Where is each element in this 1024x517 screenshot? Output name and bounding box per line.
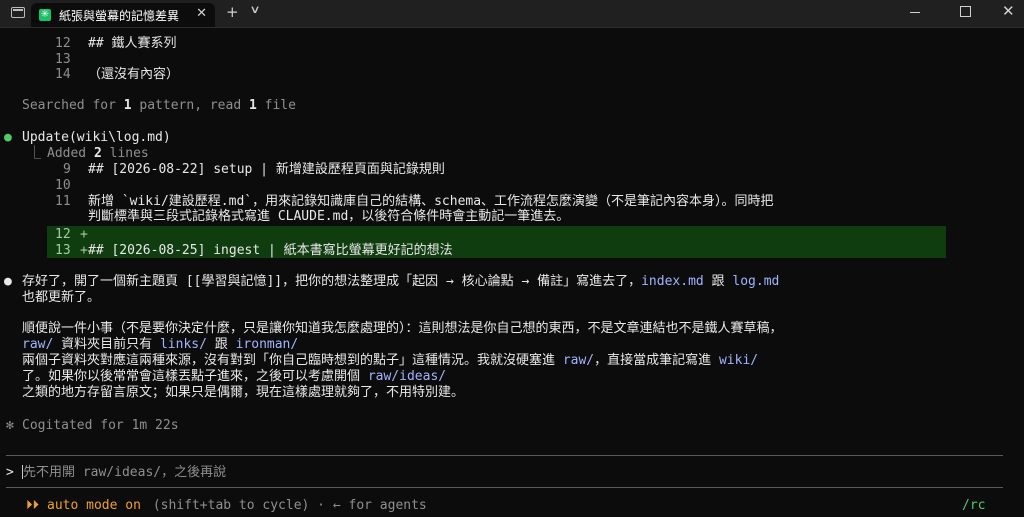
reply-line: raw/ 資料夾目前只有 links/ 跟 ironman/ bbox=[22, 337, 298, 352]
path-ideas: raw/ideas/ bbox=[367, 369, 447, 384]
added-text: lines bbox=[101, 146, 149, 161]
remote-control-label[interactable]: /rc bbox=[962, 498, 985, 513]
mode-hint: (shift+tab to cycle) · ← for agents bbox=[145, 498, 427, 513]
reply-line: 順便說一件小事（不是要你決定什麼，只是讓你知道我怎麼處理的）：這則想法是你自己想… bbox=[22, 321, 783, 336]
reply-text: 跟 bbox=[703, 274, 733, 289]
reply-text: 兩個子資料夾對應這兩種來源，沒有對到「你自己臨時想到的點子」這種情況。我就沒硬塞… bbox=[22, 353, 563, 368]
line-number: 14 bbox=[55, 67, 71, 82]
maximize-button[interactable] bbox=[960, 6, 971, 17]
path-raw: raw/ bbox=[22, 337, 54, 352]
diff-line-number: 9 bbox=[63, 162, 71, 177]
diff-line-number: 12 bbox=[55, 227, 71, 242]
line-number: 13 bbox=[55, 52, 71, 67]
reply-text: 了。如果你以後常常會這樣丟點子進來，之後可以考慮開個 bbox=[22, 369, 368, 384]
reply-bullet-icon: ● bbox=[4, 274, 12, 289]
added-count: 2 bbox=[93, 146, 102, 161]
mode-arrows-icon: ⏵⏵ bbox=[26, 498, 39, 513]
file-line: ## 鐵人賽系列 bbox=[88, 36, 177, 51]
auto-mode-label[interactable]: auto mode on bbox=[47, 498, 141, 513]
path-log: log.md bbox=[732, 274, 780, 289]
close-window-button[interactable]: ✕ bbox=[1002, 2, 1015, 20]
path-index: index.md bbox=[641, 274, 704, 289]
search-text: pattern, read bbox=[131, 98, 249, 113]
path-ironman: ironman/ bbox=[235, 337, 299, 352]
diff-line: ## [2026-08-22] setup | 新增建設歷程頁面與記錄規則 bbox=[88, 162, 445, 177]
prompt-input[interactable]: 先不用開 raw/ideas/，之後再說 bbox=[23, 465, 226, 480]
pattern-count: 1 bbox=[123, 98, 132, 113]
reply-line: 兩個子資料夾對應這兩種來源，沒有對到「你自己臨時想到的點子」這種情況。我就沒硬塞… bbox=[22, 353, 758, 368]
search-text: file bbox=[256, 98, 296, 113]
cogitated-status: Cogitated for 1m 22s bbox=[22, 418, 179, 433]
new-tab-button[interactable]: + bbox=[226, 3, 239, 21]
diff-added-marker: + bbox=[80, 227, 88, 242]
reply-line: 也都更新了。 bbox=[22, 290, 101, 305]
status-bullet-icon: ● bbox=[4, 130, 12, 145]
tab-active[interactable]: ✳ 紙張與螢幕的記憶差異 ✕ bbox=[31, 3, 215, 27]
added-line-highlight bbox=[47, 226, 946, 242]
diff-line: ## [2026-08-25] ingest | 紙本書寫比螢幕更好記的想法 bbox=[88, 243, 453, 258]
path-wiki: wiki/ bbox=[718, 353, 759, 368]
prompt-separator-bottom bbox=[6, 487, 1003, 488]
tab-title: 紙張與螢幕的記憶差異 bbox=[59, 9, 180, 23]
reply-text: 資料夾目前只有 bbox=[53, 337, 160, 352]
search-text: Searched for bbox=[22, 98, 124, 113]
diff-line: 新增 `wiki/建設歷程.md`，用來記錄知識庫自己的結構、schema、工作… bbox=[88, 194, 774, 209]
search-summary: Searched for 1 pattern, read 1 file bbox=[22, 98, 296, 113]
chevron-down-icon[interactable]: ∨ bbox=[249, 3, 260, 16]
path-raw: raw/ bbox=[562, 353, 595, 368]
path-links: links/ bbox=[159, 337, 207, 352]
diff-line-number: 13 bbox=[55, 243, 71, 258]
tree-branch-icon: ⎿ bbox=[28, 146, 42, 161]
tool-call-title: Update(wiki\log.md) bbox=[22, 130, 171, 145]
added-summary: Added 2 lines bbox=[47, 146, 149, 161]
diff-line-number: 11 bbox=[55, 194, 71, 209]
reply-text: 存好了，開了一個新主題頁 [[學習與記憶]]，把你的想法整理成「起因 → 核心論… bbox=[22, 274, 642, 289]
file-count: 1 bbox=[248, 98, 257, 113]
terminal-app-icon[interactable] bbox=[11, 7, 25, 18]
title-bar: ✳ 紙張與螢幕的記憶差異 ✕ + ∨ ✕ bbox=[0, 0, 1024, 28]
minimize-button[interactable] bbox=[910, 12, 920, 13]
added-text: Added bbox=[47, 146, 94, 161]
reply-text: ，直接當成筆記寫進 bbox=[594, 353, 719, 368]
diff-line-wrap: 判斷標準與三段式記錄格式寫進 CLAUDE.md，以後符合條件時會主動記一筆進去… bbox=[88, 209, 570, 224]
line-number: 12 bbox=[55, 36, 71, 51]
claude-tab-icon: ✳ bbox=[39, 9, 51, 21]
reply-text: 跟 bbox=[206, 337, 236, 352]
prompt-separator-top bbox=[6, 455, 1003, 456]
reply-line: 之類的地方存留言原文；如果只是偶爾，現在這樣處理就夠了，不用特別建。 bbox=[22, 385, 465, 400]
reply-line: 了。如果你以後常常會這樣丟點子進來，之後可以考慮開個 raw/ideas/ bbox=[22, 369, 446, 384]
reply-line: 存好了，開了一個新主題頁 [[學習與記憶]]，把你的想法整理成「起因 → 核心論… bbox=[22, 274, 779, 289]
diff-added-marker: + bbox=[80, 243, 88, 258]
prompt-symbol: > bbox=[6, 465, 14, 480]
file-line: （還沒有內容） bbox=[88, 67, 180, 82]
close-tab-icon[interactable]: ✕ bbox=[196, 6, 207, 21]
cogitated-icon: ✻ bbox=[6, 418, 14, 433]
diff-line-number: 10 bbox=[55, 178, 71, 193]
